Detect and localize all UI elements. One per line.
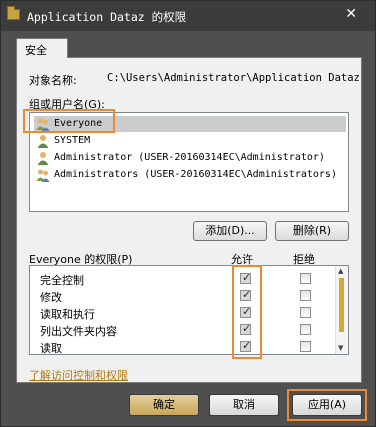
- list-item-system[interactable]: SYSTEM: [34, 133, 346, 149]
- permission-row-modify: 修改 ✓: [30, 287, 335, 304]
- title-bar[interactable]: Application Dataz 的权限 ✕: [1, 1, 375, 31]
- deny-checkbox[interactable]: [300, 324, 311, 335]
- folder-icon: [7, 6, 20, 20]
- scroll-down-icon[interactable]: ▼: [338, 344, 343, 352]
- permissions-list[interactable]: 完全控制 ✓ 修改 ✓ 读取和执行 ✓ 列出文件夹内容 ✓ 读取 ✓ ▲ ▼: [29, 265, 349, 355]
- permission-name: 完全控制: [40, 274, 84, 287]
- group-name: SYSTEM: [54, 135, 91, 146]
- tab-security[interactable]: 安全: [16, 38, 68, 58]
- list-item-administrators[interactable]: Administrators (USER-20160314EC\Administ…: [34, 167, 346, 183]
- permissions-scrollbar[interactable]: ▲ ▼: [335, 266, 348, 354]
- close-icon[interactable]: ✕: [345, 6, 357, 22]
- highlight-everyone: [23, 109, 115, 133]
- user-icon: [37, 152, 49, 165]
- permission-row-list-folder: 列出文件夹内容 ✓: [30, 321, 335, 338]
- ok-button[interactable]: 确定: [129, 394, 199, 416]
- permission-name: 读取和执行: [40, 308, 95, 321]
- scroll-up-icon[interactable]: ▲: [338, 267, 343, 275]
- group-name: Administrator (USER-20160314EC\Administr…: [54, 152, 325, 163]
- deny-checkbox[interactable]: [300, 307, 311, 318]
- cancel-button[interactable]: 取消: [209, 394, 279, 416]
- apply-button[interactable]: 应用(A): [292, 394, 362, 416]
- list-item-administrator[interactable]: Administrator (USER-20160314EC\Administr…: [34, 150, 346, 166]
- window-title: Application Dataz 的权限: [27, 10, 187, 24]
- object-name-value: C:\Users\Administrator\Application Dataz: [107, 72, 360, 84]
- permission-name: 列出文件夹内容: [40, 325, 117, 338]
- permission-row-read: 读取 ✓: [30, 338, 335, 355]
- object-name-label: 对象名称:: [29, 74, 77, 87]
- deny-checkbox[interactable]: [300, 341, 311, 352]
- permission-name: 修改: [40, 291, 62, 304]
- learn-access-control-link[interactable]: 了解访问控制和权限: [29, 367, 128, 383]
- permissions-dialog: Application Dataz 的权限 ✕ 安全 对象名称: C:\User…: [0, 0, 376, 427]
- permission-name: 读取: [40, 342, 62, 355]
- security-panel: 对象名称: C:\Users\Administrator\Application…: [16, 57, 362, 383]
- remove-button[interactable]: 删除(R): [275, 221, 349, 241]
- add-button[interactable]: 添加(D)...: [193, 221, 267, 241]
- group-name: Administrators (USER-20160314EC\Administ…: [54, 169, 337, 180]
- deny-checkbox[interactable]: [300, 273, 311, 284]
- permission-row-read-execute: 读取和执行 ✓: [30, 304, 335, 321]
- deny-checkbox[interactable]: [300, 290, 311, 301]
- highlight-allow-column: [232, 265, 262, 359]
- scroll-thumb[interactable]: [339, 278, 344, 332]
- permission-row-full-control: 完全控制 ✓: [30, 270, 335, 287]
- users-group-icon: [36, 169, 50, 182]
- user-icon: [37, 135, 49, 148]
